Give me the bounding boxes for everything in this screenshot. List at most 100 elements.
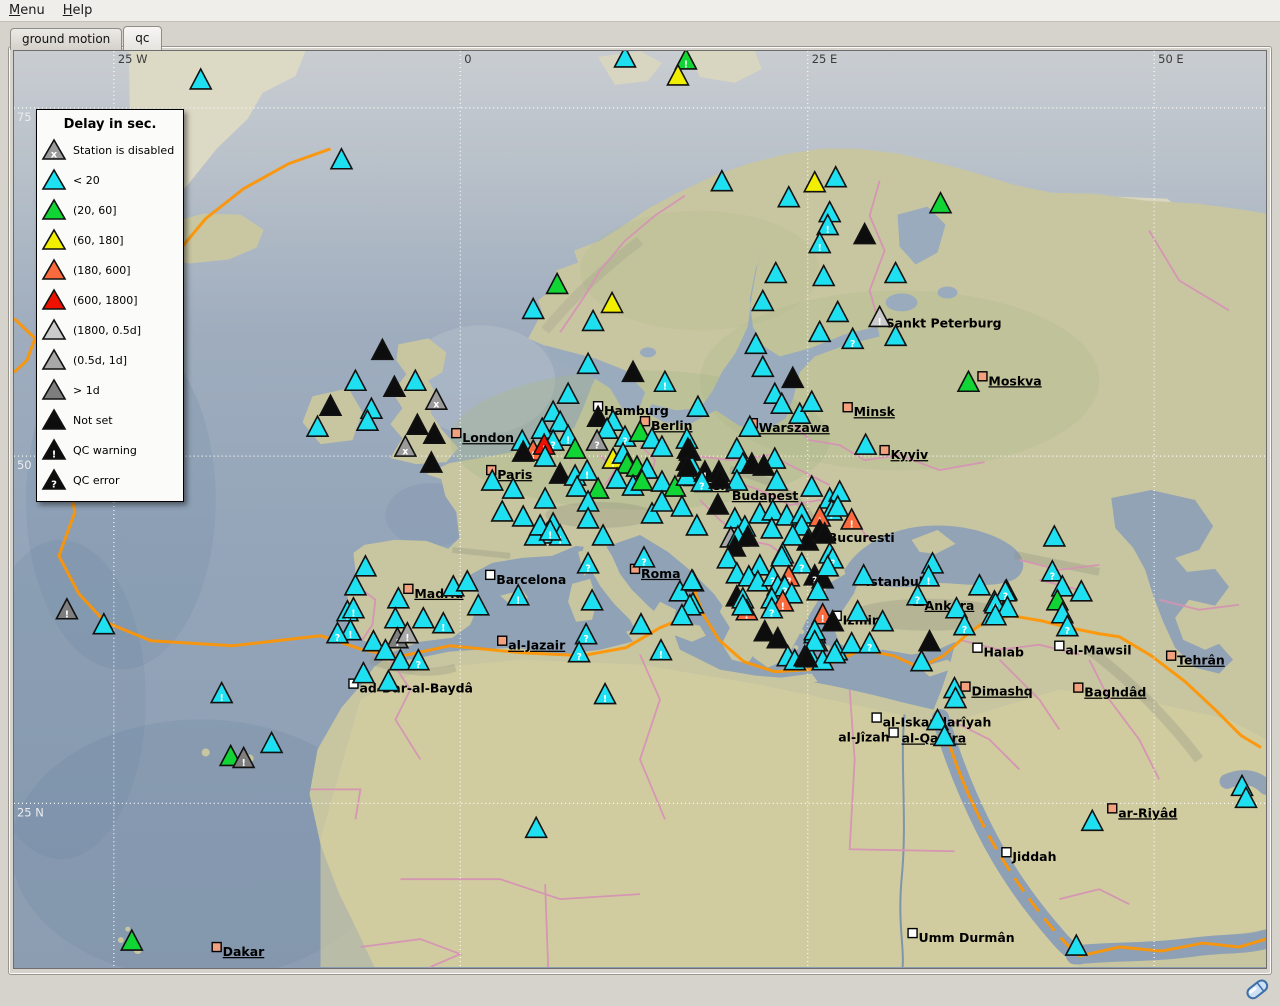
- city-marker: Umm Durmân: [908, 929, 1015, 945]
- svg-text:?: ?: [699, 482, 705, 493]
- svg-text:!: !: [821, 614, 825, 625]
- city-label: Umm Durmân: [919, 930, 1015, 945]
- svg-text:x: x: [51, 150, 58, 161]
- legend-item-label: > 1d: [73, 384, 100, 397]
- svg-text:?: ?: [850, 339, 856, 350]
- legend-triangle-icon: [41, 318, 67, 342]
- city-label: al-Jîzah: [838, 729, 889, 744]
- svg-text:!: !: [877, 317, 881, 328]
- city-label: Minsk: [854, 404, 896, 419]
- svg-text:!: !: [818, 243, 822, 254]
- svg-text:x: x: [433, 400, 439, 411]
- grid-label-latitude: 25 N: [17, 805, 44, 819]
- svg-text:!: !: [826, 225, 830, 236]
- svg-text:?: ?: [915, 595, 921, 606]
- map-canvas[interactable]: 25 W025 E50 E75 N50 N25 N LondonParisHam…: [13, 50, 1267, 969]
- legend-item: (600, 1800]: [37, 285, 183, 315]
- svg-text:?: ?: [585, 563, 591, 574]
- legend-triangle-icon: ?: [41, 468, 67, 492]
- svg-text:!: !: [348, 630, 352, 641]
- svg-text:!: !: [441, 623, 445, 634]
- svg-text:!: !: [52, 450, 57, 461]
- svg-text:!: !: [659, 650, 663, 661]
- legend-triangle-icon: [41, 348, 67, 372]
- svg-text:?: ?: [799, 563, 805, 574]
- legend-triangle-icon: [41, 258, 67, 282]
- legend-item: (20, 60]: [37, 195, 183, 225]
- legend-triangle-icon: [41, 228, 67, 252]
- legend-triangle-icon: [41, 378, 67, 402]
- svg-text:!: !: [603, 694, 607, 705]
- legend-item: Not set: [37, 405, 183, 435]
- menu-button[interactable]: Menu: [0, 1, 54, 20]
- svg-text:!: !: [926, 576, 930, 587]
- help-menu-button[interactable]: Help: [54, 1, 102, 20]
- city-marker: ar-Riyâd: [1108, 804, 1178, 820]
- map-terrain: [14, 51, 1266, 968]
- legend-title: Delay in sec.: [37, 110, 183, 135]
- svg-text:?: ?: [416, 660, 422, 671]
- legend-item: ! QC warning: [37, 435, 183, 465]
- legend-item-label: (600, 1800]: [73, 294, 138, 307]
- legend-item-label: (0.5d, 1d]: [73, 354, 127, 367]
- legend-triangle-icon: [41, 288, 67, 312]
- city-marker: al-Mawsil: [1055, 641, 1132, 657]
- qc-map-window: { "menubar": {"items": [{"label":"Menu",…: [0, 0, 1280, 1004]
- legend-item: > 1d: [37, 375, 183, 405]
- city-label: Bucuresti: [828, 530, 895, 545]
- grid-label-longitude: 0: [464, 52, 471, 66]
- map-svg: 25 W025 E50 E75 N50 N25 N LondonParisHam…: [14, 51, 1266, 968]
- city-label: Istanbul: [866, 574, 923, 589]
- svg-text:?: ?: [1050, 571, 1056, 582]
- size-grip-icon[interactable]: [1242, 976, 1272, 1002]
- city-label: Dimashq: [971, 684, 1032, 699]
- svg-text:!: !: [241, 758, 245, 769]
- city-label: Halab: [983, 645, 1024, 660]
- legend-item-label: (180, 600]: [73, 264, 131, 277]
- svg-text:!: !: [516, 595, 520, 606]
- city-marker: Sankt Peterburg: [886, 315, 1002, 330]
- legend-item-label: QC error: [73, 474, 119, 487]
- svg-text:!: !: [405, 633, 409, 644]
- svg-text:!: !: [548, 530, 552, 541]
- city-label: London: [462, 430, 514, 445]
- city-label: Dakar: [223, 944, 265, 959]
- legend-triangle-icon: [41, 408, 67, 432]
- legend-item-label: (1800, 0.5d]: [73, 324, 141, 337]
- city-label: Jiddah: [1011, 849, 1056, 864]
- city-marker: al-Jazair: [498, 636, 566, 652]
- svg-text:!: !: [684, 59, 688, 70]
- city-label: al-Jazair: [508, 638, 566, 653]
- city-marker: Istanbul: [866, 574, 923, 589]
- city-label: Barcelona: [496, 572, 566, 587]
- legend-item: (0.5d, 1d]: [37, 345, 183, 375]
- svg-text:?: ?: [867, 643, 873, 654]
- city-marker: Moskva: [978, 372, 1042, 388]
- svg-text:?: ?: [51, 480, 57, 491]
- grid-label-longitude: 25 E: [812, 52, 838, 66]
- svg-text:!: !: [65, 609, 69, 620]
- svg-text:?: ?: [962, 625, 968, 636]
- svg-text:!: !: [220, 693, 224, 704]
- tab-qc[interactable]: qc: [123, 26, 161, 50]
- svg-text:!: !: [663, 382, 667, 393]
- svg-text:x: x: [402, 447, 408, 458]
- grid-label-longitude: 25 W: [118, 52, 148, 66]
- legend-triangle-icon: x: [41, 138, 67, 162]
- svg-text:?: ?: [594, 441, 600, 452]
- city-marker: Warszawa: [748, 419, 829, 435]
- tab-ground-motion[interactable]: ground motion: [10, 28, 122, 50]
- city-marker: al-Jîzah: [838, 728, 898, 744]
- city-label: Sankt Peterburg: [886, 315, 1002, 330]
- legend-item-label: Not set: [73, 414, 113, 427]
- legend-item: < 20: [37, 165, 183, 195]
- legend-item-label: QC warning: [73, 444, 137, 457]
- city-marker: al-Qahira: [902, 730, 967, 745]
- legend-triangle-icon: [41, 168, 67, 192]
- menu-bar: Menu Help: [0, 0, 1280, 22]
- city-label: al-Qahira: [902, 730, 967, 745]
- city-label: al-Mawsil: [1065, 643, 1131, 658]
- legend-triangle-icon: [41, 198, 67, 222]
- legend-item: (180, 600]: [37, 255, 183, 285]
- legend-item: xStation is disabled: [37, 135, 183, 165]
